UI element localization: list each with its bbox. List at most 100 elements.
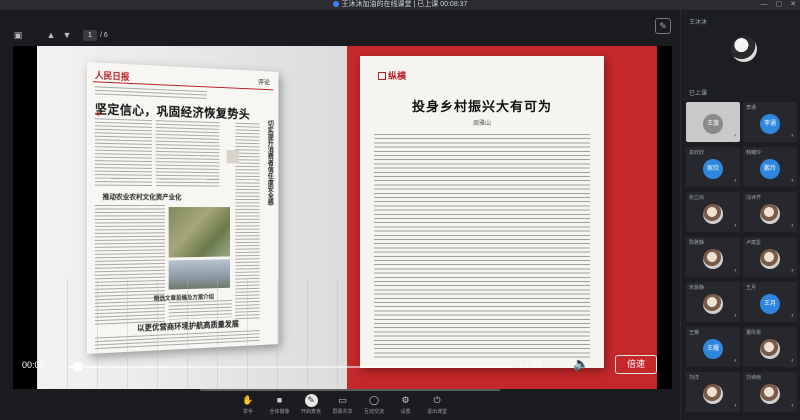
app-logo-icon	[332, 1, 339, 7]
participant-tile[interactable]: 陈雅静 ◖	[686, 237, 740, 277]
participant-name: 陈雅静	[689, 240, 705, 246]
newspaper-section: 评论	[257, 79, 270, 87]
participant-tile[interactable]: 冯诗齐 ◖	[743, 192, 797, 232]
participant-tile[interactable]: 袁欣欣家欣 ◖	[686, 147, 740, 187]
participant-tile[interactable]: 王耀 王耀 ◖	[686, 327, 740, 367]
page-number-input[interactable]: 1	[83, 30, 97, 41]
red-bullet	[96, 112, 100, 116]
participant-tile[interactable]: 董彤雯 ◖	[743, 327, 797, 367]
toolbar-button-exit[interactable]: ⏻ 退出课堂	[417, 394, 457, 420]
participant-tile[interactable]: 刘洋 ◖	[686, 372, 740, 412]
text-column	[94, 330, 260, 352]
article-author: 周雅山	[472, 121, 491, 127]
participant-tile[interactable]: 韩曦玲 鹏玲 ◖	[743, 147, 797, 187]
news-thumbnail	[226, 150, 239, 164]
participant-avatar	[703, 294, 723, 314]
participants-section-label: 已上课	[689, 91, 708, 97]
participant-avatar: 王月	[760, 294, 780, 314]
newspaper-subhead-2: 精选文章投稿及方案介绍	[153, 294, 215, 303]
slide-right-panel: 纵横 投身乡村振兴大有可为 周雅山	[347, 46, 657, 389]
classroom-app: 王沐沐加油的在线课堂 | 已上课 00:08:37 — ▢ ✕ ▣ ▲ ▼ 1 / …	[0, 0, 800, 420]
participant-tile[interactable]: 李通 李通 ◖	[743, 102, 797, 142]
participant-name: 王月	[746, 285, 757, 291]
total-time: 04:38	[519, 360, 542, 370]
mic-muted-icon: ◖	[733, 403, 737, 409]
mic-muted-icon: ◖	[733, 268, 737, 274]
mic-muted-icon: ◖	[790, 178, 794, 184]
mic-muted-icon: ◖	[790, 403, 794, 409]
participant-avatar	[760, 384, 780, 404]
text-column	[235, 122, 260, 322]
volume-icon[interactable]: 🔈	[573, 356, 591, 372]
mic-muted-icon: ◖	[733, 223, 737, 229]
article-headline: 投身乡村振兴大有可为	[411, 99, 552, 114]
host-avatar[interactable]	[731, 36, 757, 62]
participant-avatar	[760, 249, 780, 269]
participant-avatar	[760, 204, 780, 224]
host-name: 王沐沐	[689, 20, 708, 26]
page-down-icon[interactable]: ▼	[62, 30, 72, 40]
column-masthead-text: 纵横	[388, 71, 407, 81]
participant-name: 袁欣欣	[689, 150, 705, 156]
hand-icon: ✋	[242, 395, 254, 405]
newspaper-subhead-3: 以更优营商环境护航高质量发展	[136, 319, 239, 333]
classroom-toolbar: ✋ 举手 ■ 全体摄像 ✎ 开启麦克 ▭ 屏幕共享 ◯ 互动交流 ⚙ 设置 ⏻ 退出课堂	[0, 392, 680, 420]
mic-icon: ✎	[304, 394, 318, 407]
settings-icon: ⚙	[401, 395, 410, 405]
playback-speed-button[interactable]: 倍速	[615, 355, 657, 374]
mic-muted-icon: ◖	[733, 178, 737, 184]
window-title-text: 王沐沐加油的在线课堂 | 已上课 00:08:37	[341, 1, 468, 8]
maximize-icon[interactable]: ▢	[776, 1, 783, 8]
seek-bar[interactable]	[69, 362, 512, 372]
player-controls: 00:00 04:38 🔈 倍速	[13, 350, 672, 380]
participant-avatar: 王耀	[703, 339, 723, 359]
participant-avatar: 家欣	[703, 159, 723, 179]
participant-avatar	[703, 204, 723, 224]
seek-thumb[interactable]	[72, 362, 83, 372]
mic-muted-icon: ◖	[790, 358, 794, 364]
mic-muted-icon: ◖	[790, 313, 794, 319]
participant-avatar: 鹏玲	[760, 159, 780, 179]
participant-name: 卢斌星	[746, 240, 762, 246]
horizontal-scrollbar[interactable]	[200, 389, 500, 391]
participant-tile[interactable]: 王月 王月 ◖	[743, 282, 797, 322]
participant-tile[interactable]: 卢斌星 ◖	[743, 237, 797, 277]
participants-panel: 王沐沐 已上课 王菠 ◖ 李通 李通 ◖ 袁欣欣 家欣 ◖ 韩曦玲 鹏玲 ◖ 张立尚 ◖ 冯诗齐 ◖ 陈雅静 ◖…	[680, 10, 800, 420]
news-photo-terraces	[168, 207, 231, 258]
newspaper-subhead: 推动农业农村文化资产业化	[102, 194, 182, 202]
participant-tile[interactable]: 王菠 ◖	[686, 102, 740, 142]
video-stage[interactable]: 人民日报 评论 坚定信心，巩固经济恢复势头 切实提升消费者信任度安全感 推动农业…	[13, 46, 672, 389]
text-column	[94, 86, 207, 99]
exit-icon: ⏻	[433, 395, 441, 405]
participant-name: 刘诗雨	[746, 375, 762, 381]
participant-name: 冯诗齐	[746, 195, 762, 201]
participant-tile[interactable]: 刘诗雨 ◖	[743, 372, 797, 412]
screen-share-icon: ▭	[338, 395, 347, 405]
participant-tile[interactable]: 张立尚 ◖	[686, 192, 740, 232]
column-masthead: 纵横	[378, 69, 406, 82]
current-time: 00:00	[22, 360, 45, 370]
participant-name: 王耀	[689, 330, 700, 336]
page-total: / 6	[100, 32, 108, 39]
sidebar-toggle-icon[interactable]: ▣	[13, 30, 23, 40]
title-bar: 王沐沐加油的在线课堂 | 已上课 00:08:37 — ▢ ✕	[0, 0, 800, 10]
column-badge-icon	[378, 72, 386, 80]
mic-muted-icon: ◖	[790, 268, 794, 274]
window-title: 王沐沐加油的在线课堂 | 已上课 00:08:37	[0, 0, 800, 10]
newspaper-page-right: 纵横 投身乡村振兴大有可为 周雅山	[360, 56, 604, 368]
text-column	[94, 205, 165, 325]
page-up-icon[interactable]: ▲	[46, 30, 56, 40]
mic-muted-icon: ◖	[733, 133, 737, 139]
minimize-icon[interactable]: —	[761, 1, 768, 8]
news-photo-irrigation	[168, 259, 231, 290]
newspaper-page-left: 人民日报 评论 坚定信心，巩固经济恢复势头 切实提升消费者信任度安全感 推动农业…	[87, 62, 279, 354]
annotate-icon[interactable]: ✎	[655, 18, 671, 34]
participant-tile[interactable]: 宋晨静 ◖	[686, 282, 740, 322]
participant-name: 董彤雯	[746, 330, 762, 336]
camera-icon: ■	[276, 395, 283, 405]
mic-muted-icon: ◖	[790, 133, 794, 139]
mic-muted-icon: ◖	[733, 313, 737, 319]
participant-avatar: 李通	[760, 114, 780, 134]
newspaper-vertical-headline: 切实提升消费者信任度安全感	[267, 120, 274, 206]
close-icon[interactable]: ✕	[790, 1, 796, 8]
